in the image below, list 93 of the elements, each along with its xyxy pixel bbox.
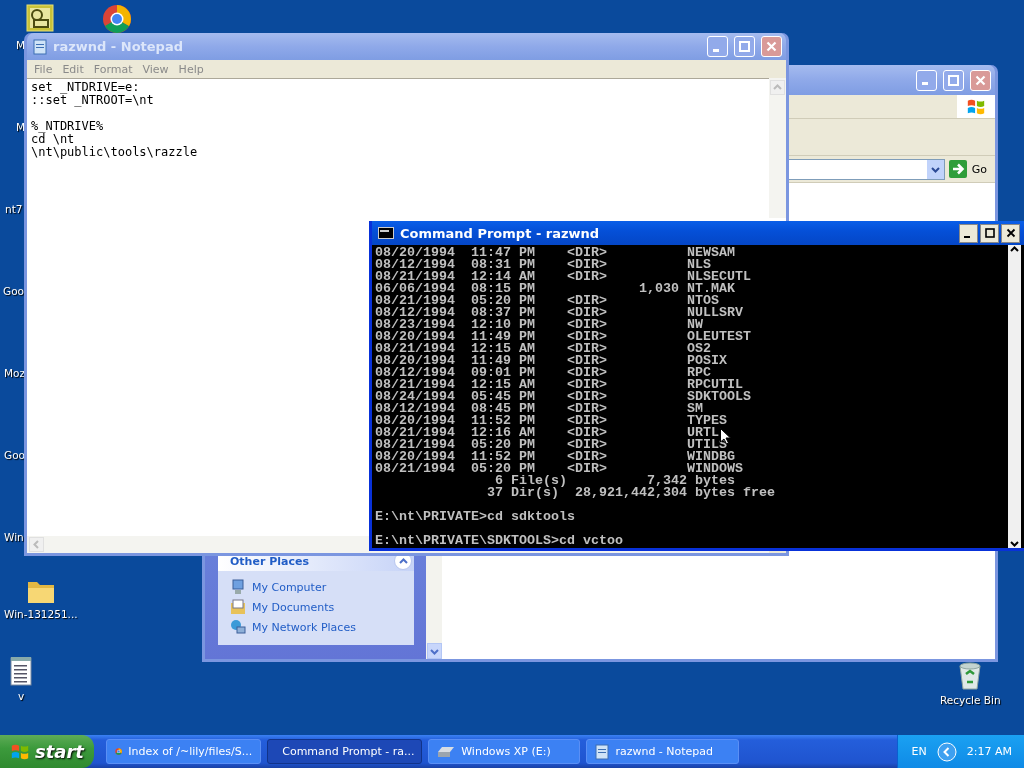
menu-item[interactable]: View [137, 62, 174, 76]
title-bar[interactable]: Command Prompt - razwnd [372, 221, 1024, 245]
taskbar-button[interactable]: Index of /~lily/files/S... [106, 739, 262, 764]
console-line: 08/21/1994 05:20 PM <DIR> WINDOWS [375, 463, 743, 475]
vertical-scrollbar[interactable] [769, 78, 786, 218]
console-line: 08/12/1994 09:01 PM <DIR> RPC [375, 367, 711, 379]
chevron-up-icon [398, 556, 408, 566]
drive-icon [437, 745, 456, 758]
console-line: 08/21/1994 05:20 PM <DIR> UTILS [375, 439, 727, 451]
console-line: 08/20/1994 11:47 PM <DIR> NEWSAM [375, 247, 735, 259]
desktop-icon-label[interactable]: Goo [4, 449, 25, 461]
console-line: 08/20/1994 11:52 PM <DIR> TYPES [375, 415, 727, 427]
desktop-icon-label[interactable]: M [16, 121, 26, 133]
clock-envelope-icon[interactable] [26, 4, 54, 32]
menu-item[interactable]: Edit [57, 62, 89, 76]
desktop-icon-label[interactable]: nt7 [5, 203, 23, 215]
place-link[interactable]: My Computer [252, 580, 327, 594]
scrollbar[interactable] [426, 553, 442, 659]
chevron-down-icon [429, 646, 439, 656]
console-line: 08/23/1994 12:10 PM <DIR> NW [375, 319, 703, 331]
close-icon [975, 74, 986, 86]
taskbar-button[interactable]: Windows XP (E:) [428, 739, 581, 764]
language-indicator[interactable]: EN [911, 745, 927, 758]
close-icon [766, 41, 777, 52]
browser-icon[interactable] [102, 4, 132, 34]
menu-item[interactable]: File [29, 62, 58, 76]
desktop-icon-label[interactable]: Win-131251... [4, 608, 78, 620]
start-button[interactable]: start [0, 735, 95, 768]
console-line: 08/20/1994 11:49 PM <DIR> POSIX [375, 355, 727, 367]
computer-icon [230, 579, 246, 595]
notepad-icon [595, 743, 610, 760]
console-line: 08/12/1994 08:45 PM <DIR> SM [375, 403, 703, 415]
maximize-icon [739, 41, 750, 52]
dropdown-icon[interactable] [926, 159, 944, 179]
console-line: 08/21/1994 12:15 AM <DIR> RPCUTIL [375, 379, 743, 391]
vertical-scrollbar[interactable] [1008, 245, 1021, 548]
console-line: 08/21/1994 12:14 AM <DIR> NLSECUTL [375, 271, 751, 283]
console-line: 08/24/1994 05:45 PM <DIR> SDKTOOLS [375, 391, 751, 403]
minimize-icon [713, 48, 719, 52]
arrow-icon [948, 160, 967, 178]
desktop-icon-label[interactable]: Win [4, 531, 24, 543]
documents-icon [230, 599, 246, 615]
text-line: ::set _NTROOT=\nt [31, 94, 154, 107]
window-title: razwnd - Notepad [53, 39, 184, 54]
menu-item[interactable]: Format [88, 62, 138, 76]
place-link[interactable]: My Network Places [252, 620, 356, 634]
maximize-icon [948, 74, 959, 86]
console-line: 6 File(s) 7,342 bytes [494, 475, 735, 487]
console-line: 08/12/1994 08:31 PM <DIR> NLS [375, 259, 711, 271]
maximize-button[interactable] [980, 223, 999, 243]
desktop-icon-label[interactable]: Moz [4, 367, 25, 379]
minimize-icon [922, 82, 928, 85]
console-line: 08/21/1994 05:20 PM <DIR> NTOS [375, 295, 719, 307]
panel-title: Other Places [230, 554, 309, 568]
document-icon[interactable] [10, 656, 32, 686]
console-line: 08/12/1994 08:37 PM <DIR> NULLSRV [375, 307, 743, 319]
text-line: \nt\public\tools\razzle [31, 146, 198, 159]
console-icon [378, 227, 394, 239]
minimize-icon [964, 235, 970, 238]
console-line: 08/20/1994 11:52 PM <DIR> WINDBG [375, 451, 735, 463]
desktop-icon-label[interactable]: Goo [3, 285, 24, 297]
close-icon [1005, 228, 1016, 238]
taskbar-button[interactable]: Command Prompt - ra... [267, 739, 423, 764]
notepad-icon [33, 38, 47, 55]
menu-item[interactable]: Help [173, 62, 209, 76]
go-button[interactable]: Go [944, 160, 995, 178]
chevron-down-icon [930, 164, 940, 174]
console-line: E:\nt\PRIVATE\SDKTOOLS>cd vctoo [375, 535, 623, 547]
console-line: 08/21/1994 12:15 AM <DIR> OS2 [375, 343, 711, 355]
text-line: cd \nt [31, 133, 75, 146]
close-button[interactable] [1001, 223, 1020, 243]
place-link[interactable]: My Documents [252, 600, 335, 614]
clock: 2:17 AM [966, 745, 1012, 758]
chevron-icon[interactable] [936, 741, 957, 762]
console-line: 08/20/1994 11:49 PM <DIR> OLEUTEST [375, 331, 751, 343]
console-line: 06/06/1994 08:15 PM 1,030 NT.MAK [375, 283, 735, 295]
desktop-icon-label[interactable]: M [16, 39, 26, 51]
console-line: 37 Dir(s) 28,921,442,304 bytes free [485, 487, 775, 499]
chevron-up-icon [1010, 245, 1019, 254]
minimize-button[interactable] [959, 223, 978, 243]
maximize-icon [984, 228, 995, 238]
desktop-icon-label[interactable]: Recycle Bin [940, 694, 1001, 706]
text-line: set _NTDRIVE=e: [31, 81, 140, 94]
desktop-icon-label[interactable]: v [17, 690, 25, 702]
network-icon [230, 619, 246, 635]
text-line: %_NTDRIVE% [31, 120, 104, 133]
chevron-up-icon [773, 83, 782, 92]
taskbar-button[interactable]: razwnd - Notepad [586, 739, 739, 764]
console-line: 08/21/1994 12:16 AM <DIR> URTL [375, 427, 719, 439]
window-title: Command Prompt - razwnd [400, 225, 601, 241]
chevron-left-icon [32, 540, 41, 549]
chevron-down-icon [1010, 539, 1019, 548]
console-line: E:\nt\PRIVATE>cd sdktools [375, 511, 575, 523]
